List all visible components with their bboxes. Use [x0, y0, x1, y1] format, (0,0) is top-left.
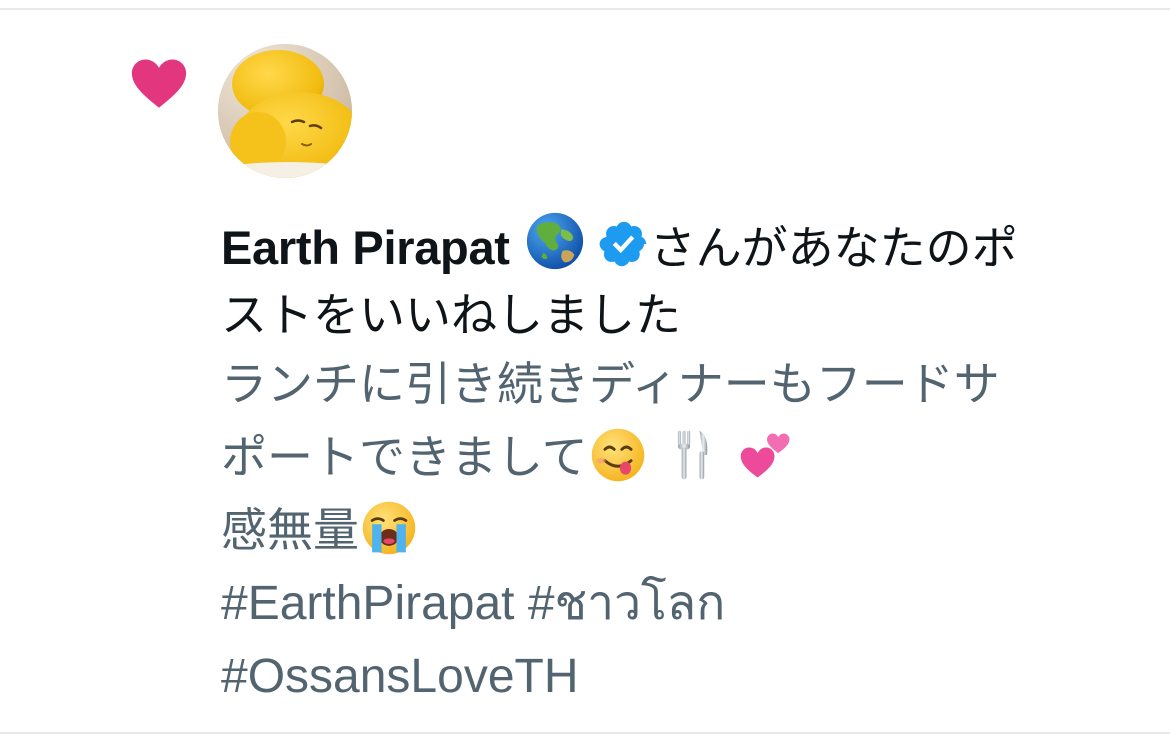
user-name[interactable]: Earth Pirapat: [221, 221, 510, 274]
avatar[interactable]: [218, 44, 352, 178]
like-action-text-2: ストをいいねしました: [221, 288, 681, 342]
two-hearts-emoji: [740, 433, 790, 478]
fork-knife-emoji: [678, 430, 708, 480]
savoring-food-emoji: [591, 428, 644, 482]
hashtags-line-1[interactable]: #EarthPirapat #ชาวโลก: [221, 569, 1151, 642]
like-action-text-1: さんがあなたのポ: [649, 221, 1018, 275]
post-line-2: ポートできまして: [221, 430, 588, 484]
bottom-divider: [0, 732, 1170, 734]
like-notification-text: Earth Pirapat さんがあなたのポ ストをいいねしました: [221, 210, 1151, 350]
liked-post-text[interactable]: ランチに引き続きディナーもフードサ ポートできまして 感無量 #EarthPir…: [221, 350, 1151, 715]
post-line-3: 感無量: [221, 503, 359, 557]
notification-content: Earth Pirapat さんがあなたのポ ストをいいねしました ランチに引き…: [221, 210, 1151, 715]
top-divider: [0, 8, 1170, 10]
heart-icon: [131, 59, 187, 108]
post-line-1: ランチに引き続きディナーもフードサ: [221, 357, 1000, 411]
verified-badge-icon: [599, 221, 646, 267]
hashtags-line-2[interactable]: #OssansLoveTH: [221, 642, 1151, 715]
loudly-crying-emoji: [362, 501, 416, 555]
globe-asia-icon: [526, 212, 583, 270]
avatar-image: [218, 44, 352, 178]
